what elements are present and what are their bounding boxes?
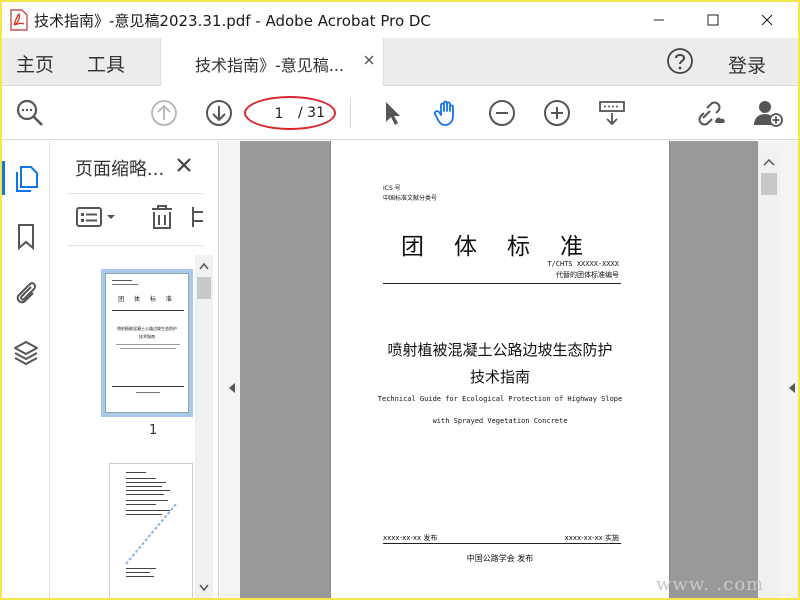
thumbnail-page-content: 团 体 标 准 喷射植被混凝土公路边坡生态防护 技术指南 [105,273,189,413]
publisher: 中国公路学会 发布 [466,554,534,563]
hand-icon[interactable] [431,97,463,129]
thumbnail-title-text: 团 体 标 准 [118,296,176,303]
watermark-text: www. .com [656,574,765,595]
acrobat-app-icon [10,9,28,31]
active-panel-indicator [2,161,5,195]
classification-number: 中国标准文献分类号 [383,195,438,202]
page-thumbnails-panel: 页面缩略... 团 体 标 准 喷射植被混凝土公路边坡生态防护 技术指南 1 [51,141,219,598]
current-page-input[interactable]: 1 [264,101,294,125]
english-title-line-2: with Sprayed Vegetation Concrete [432,417,568,425]
page-thumbnails-icon[interactable] [12,165,40,193]
share-link-icon[interactable] [697,97,729,129]
english-title-line-1: Technical Guide for Ecological Protectio… [377,395,623,403]
standard-number: T/CHTS XXXXX-XXXX [547,260,619,268]
thumbnails-panel-title: 页面缩略... [75,159,165,180]
tab-home[interactable]: 主页 [16,50,54,77]
implement-date: xxxx-xx-xx 实施 [564,534,619,542]
add-user-icon[interactable] [752,97,784,129]
ics-number: ICS 号 [383,185,401,192]
zoom-search-icon[interactable] [14,97,46,129]
toolbar-divider [350,98,351,128]
page-thumbnail-1[interactable]: 团 体 标 准 喷射植被混凝土公路边坡生态防护 技术指南 [101,269,193,417]
pdf-page[interactable]: ICS 号 中国标准文献分类号 团体标准 T/CHTS XXXXX-XXXX 代… [330,141,670,598]
thumbnail-options-icon[interactable] [75,203,119,231]
thumbnail-page-number: 1 [149,423,158,438]
delete-page-icon[interactable] [149,203,175,231]
layers-icon[interactable] [12,339,40,367]
attachments-icon[interactable] [12,279,40,307]
chinese-title-line-1: 喷射植被混凝土公路边坡生态防护 [387,341,613,359]
select-cursor-icon[interactable] [376,97,408,129]
standard-header-title: 团体标准 [401,234,613,260]
thumbnail-subtitle-2: 技术指南 [139,334,155,339]
document-view: ICS 号 中国标准文献分类号 团体标准 T/CHTS XXXXX-XXXX 代… [220,141,798,598]
document-scrollbar[interactable] [758,151,780,598]
total-pages-label: / 31 [298,105,325,121]
page-thumbnail-2[interactable] [109,463,193,598]
more-tools-icon[interactable] [191,203,205,231]
close-window-button[interactable] [744,2,790,38]
thumbnails-scrollbar[interactable] [195,255,213,598]
thumbnail-subtitle-1: 喷射植被混凝土公路边坡生态防护 [117,326,177,331]
panel-divider-2 [67,245,203,246]
zoom-out-icon[interactable] [486,97,518,129]
fit-page-icon[interactable] [596,97,628,129]
page-background-left [240,141,330,598]
close-tab-icon[interactable] [361,52,377,68]
document-scrollbar-thumb[interactable] [761,173,777,195]
tab-row: 主页 工具 技术指南》-意见稿... 登录 [2,38,798,86]
footer-rule [383,543,621,544]
header-rule [383,283,621,284]
chinese-title-line-2: 技术指南 [469,368,530,386]
panel-divider [67,193,203,194]
publish-date: xxxx-xx-xx 发布 [383,534,438,542]
tab-tools[interactable]: 工具 [87,50,125,77]
close-panel-icon[interactable] [175,156,193,174]
replaced-standard-number: 代替的团体标准编号 [556,271,619,279]
maximize-button[interactable] [690,2,736,38]
help-icon[interactable] [665,46,695,76]
bookmarks-icon[interactable] [12,223,40,251]
thumbnails-scrollbar-thumb[interactable] [197,277,211,299]
title-bar: 技术指南》-意见稿2023.31.pdf - Adobe Acrobat Pro… [2,2,798,38]
acrobat-window: 技术指南》-意见稿2023.31.pdf - Adobe Acrobat Pro… [2,2,798,598]
collapse-left-panel-icon[interactable] [228,379,236,393]
page-down-icon[interactable] [203,97,235,129]
expand-right-panel-icon[interactable] [788,379,796,393]
tab-document[interactable]: 技术指南》-意见稿... [160,38,384,86]
window-title: 技术指南》-意见稿2023.31.pdf - Adobe Acrobat Pro… [34,12,431,30]
page-background-right [670,141,758,598]
left-navigation-bar [2,141,50,598]
zoom-in-icon[interactable] [541,97,573,129]
tab-document-label: 技术指南》-意见稿... [195,56,345,75]
page-up-icon[interactable] [148,97,180,129]
main-toolbar: 1 / 31 [2,86,798,140]
minimize-button[interactable] [636,2,682,38]
login-button[interactable]: 登录 [728,51,766,78]
